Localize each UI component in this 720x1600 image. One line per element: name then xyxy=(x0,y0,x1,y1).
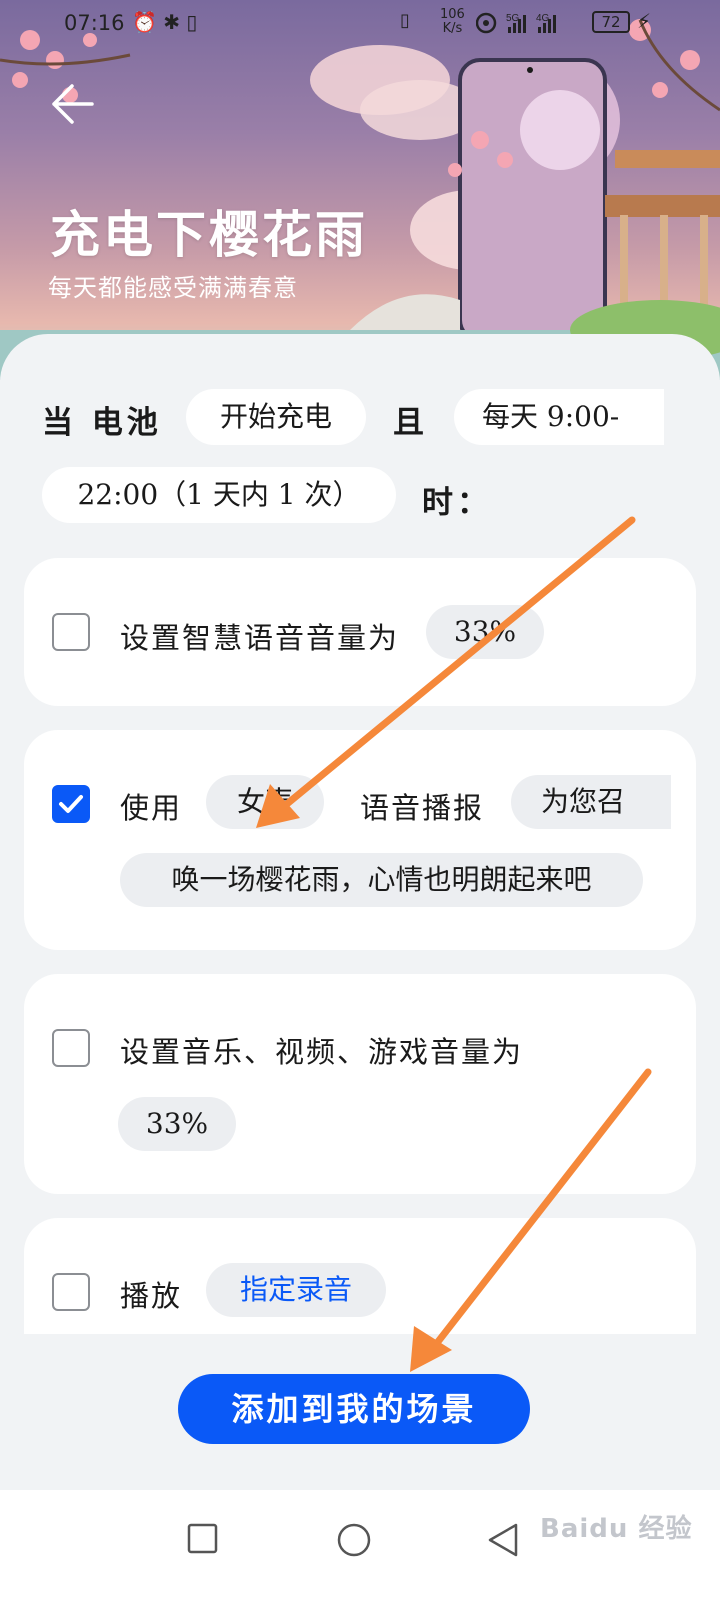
svg-text:5G: 5G xyxy=(506,13,520,24)
condition-and-label: 且 xyxy=(393,405,428,441)
condition-suffix-label: 时： xyxy=(422,485,492,521)
media-volume-label: 设置音乐、视频、游戏音量为 xyxy=(120,1035,524,1069)
broadcast-message-input[interactable]: 为您召 xyxy=(511,775,671,829)
media-volume-value[interactable]: 33% xyxy=(118,1097,236,1151)
play-label: 播放 xyxy=(120,1279,183,1313)
use-label: 使用 xyxy=(120,791,183,825)
action-card-voice-broadcast: 使用 女声 语音播报 为您召 唤一场樱花雨，心情也明朗起来吧 xyxy=(24,730,696,950)
svg-text:4G: 4G xyxy=(536,13,550,24)
voice-volume-checkbox[interactable] xyxy=(52,613,90,651)
voice-volume-label: 设置智慧语音音量为 xyxy=(120,621,400,655)
condition-when-label: 当 电池 xyxy=(42,405,162,441)
add-to-my-scenes-button[interactable]: 添加到我的场景 xyxy=(178,1374,530,1444)
voice-broadcast-checkbox[interactable] xyxy=(52,785,90,823)
recording-selector[interactable]: 指定录音 xyxy=(206,1263,386,1317)
recents-square-icon[interactable] xyxy=(186,1522,220,1556)
back-arrow-icon xyxy=(52,84,94,124)
status-time: 07:16 xyxy=(64,11,125,35)
scene-editor-sheet: 当 电池 开始充电 且 每天 9:00- 22:00（1 天内 1 次） 时： … xyxy=(0,334,720,1334)
navigation-bar xyxy=(0,1490,720,1600)
charging-bolt-icon: ⚡ xyxy=(637,9,652,33)
action-card-voice-volume: 设置智慧语音音量为 33% xyxy=(24,558,696,706)
cherry-blossom-illustration xyxy=(0,19,720,380)
action-card-media-volume: 设置音乐、视频、游戏音量为 33% xyxy=(24,974,696,1194)
page-title: 充电下樱花雨 xyxy=(50,205,368,264)
broadcast-label: 语音播报 xyxy=(360,791,485,825)
voice-type-selector[interactable]: 女声 xyxy=(206,775,324,829)
checkmark-icon xyxy=(59,795,83,813)
play-recording-checkbox[interactable] xyxy=(52,1273,90,1311)
trigger-selector[interactable]: 开始充电 xyxy=(186,389,366,445)
battery-icon: 72 xyxy=(592,11,630,33)
back-triangle-icon[interactable] xyxy=(486,1522,520,1558)
home-circle-icon[interactable] xyxy=(336,1522,372,1558)
status-bar: 07:16 ⏰ ✱ ▯ ▯ 106 K/s 5G 4G 72 ⚡ xyxy=(0,0,720,46)
vibrate-icon: ▯ xyxy=(400,10,410,31)
hero-banner: 07:16 ⏰ ✱ ▯ ▯ 106 K/s 5G 4G 72 ⚡ 充电下樱花雨 … xyxy=(0,0,720,380)
alarm-bluetooth-icons: ⏰ ✱ ▯ xyxy=(132,10,198,34)
baidu-jingyan-watermark: Baidu 经验 xyxy=(540,1514,693,1544)
action-card-play-recording: 播放 指定录音 xyxy=(24,1218,696,1334)
signal-icons: 5G 4G xyxy=(476,12,556,34)
back-button[interactable] xyxy=(46,78,98,130)
broadcast-message-input-continued[interactable]: 唤一场樱花雨，心情也明朗起来吧 xyxy=(120,853,643,907)
voice-volume-value[interactable]: 33% xyxy=(426,605,544,659)
time-range-selector-continued[interactable]: 22:00（1 天内 1 次） xyxy=(42,467,396,523)
media-volume-checkbox[interactable] xyxy=(52,1029,90,1067)
time-range-selector[interactable]: 每天 9:00- xyxy=(454,389,664,445)
page-subtitle: 每天都能感受满满春意 xyxy=(48,274,298,302)
network-speed: 106 K/s xyxy=(440,7,465,36)
